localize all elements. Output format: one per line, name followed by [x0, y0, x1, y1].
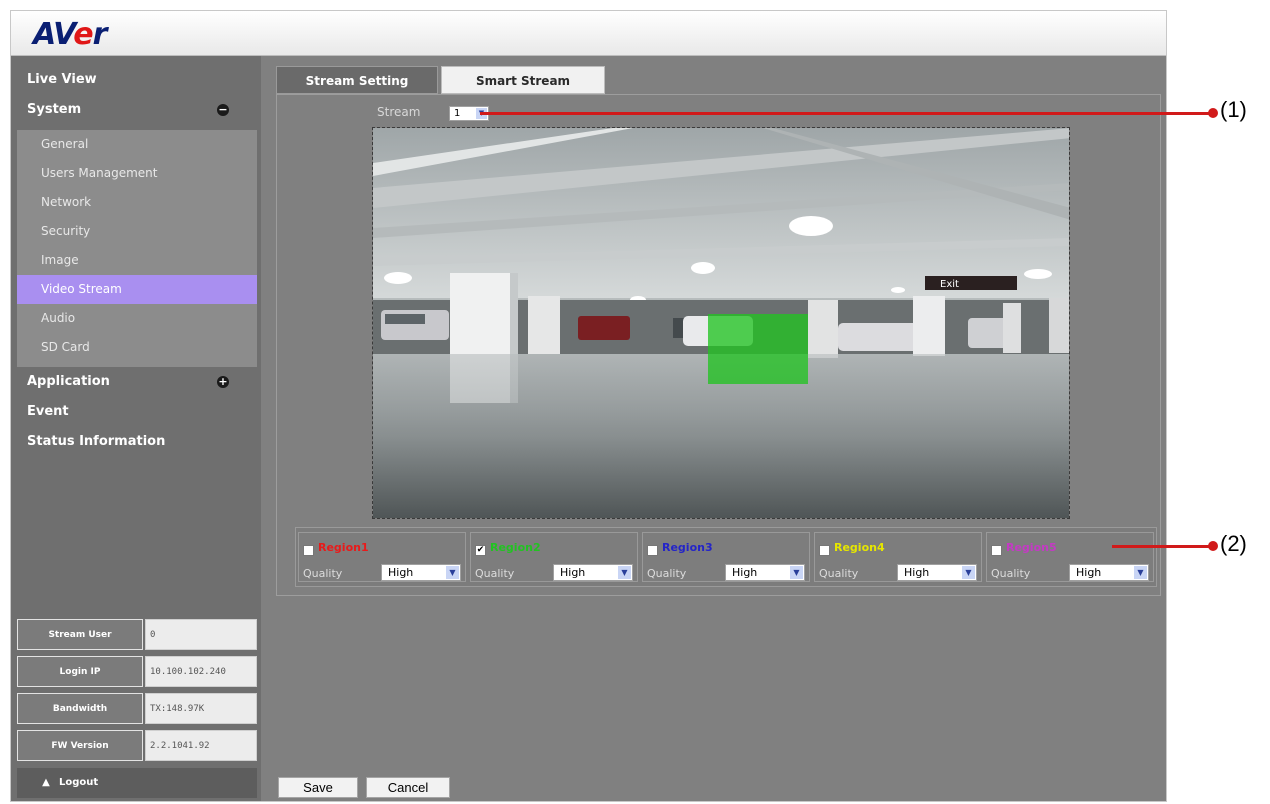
sidebar-item-live-view[interactable]: Live View: [17, 66, 255, 94]
quality-value: High: [732, 566, 758, 579]
top-bar: AVer: [11, 11, 1166, 56]
sidebar-item-system-label: System: [27, 102, 82, 117]
info-value: 0: [145, 619, 257, 650]
exit-sign: Exit: [940, 279, 959, 290]
region5-label: Region5: [1006, 541, 1057, 554]
info-label: Stream User: [17, 619, 143, 650]
region1-quality-select[interactable]: High ▼: [381, 564, 461, 581]
chevron-down-icon: ▼: [1134, 566, 1147, 579]
info-value: 10.100.102.240: [145, 656, 257, 687]
logout-button[interactable]: ▲ Logout: [17, 768, 257, 798]
cancel-button[interactable]: Cancel: [366, 777, 450, 798]
info-row-bandwidth: Bandwidth TX:148.97K: [17, 693, 257, 725]
logout-label: Logout: [59, 777, 99, 788]
sidebar-item-status-information[interactable]: Status Information: [17, 428, 255, 456]
save-button[interactable]: Save: [278, 777, 358, 798]
stream-select-value: 1: [454, 108, 461, 119]
region2-quality-select[interactable]: High ▼: [553, 564, 633, 581]
region3-quality-select[interactable]: High ▼: [725, 564, 805, 581]
quality-value: High: [560, 566, 586, 579]
info-value: 2.2.1041.92: [145, 730, 257, 761]
user-icon: ▲: [42, 777, 50, 788]
chevron-down-icon: ▼: [790, 566, 803, 579]
info-label: Bandwidth: [17, 693, 143, 724]
system-submenu: General Users Management Network Securit…: [17, 130, 257, 367]
sidebar: Live View System − General Users Managem…: [11, 56, 261, 801]
region3-checkbox[interactable]: [647, 545, 658, 556]
chevron-down-icon: ▼: [962, 566, 975, 579]
region5-quality-select[interactable]: High ▼: [1069, 564, 1149, 581]
callout-label-1: (1): [1220, 97, 1247, 122]
main-content: Stream Setting Smart Stream Stream 1 ▼: [266, 56, 1166, 801]
sidebar-item-application[interactable]: Application +: [17, 368, 255, 396]
callout-dot-1: [1208, 108, 1218, 118]
sidebar-item-system[interactable]: System −: [17, 96, 255, 124]
info-row-stream-user: Stream User 0: [17, 619, 257, 651]
sidebar-item-users-management[interactable]: Users Management: [17, 159, 257, 188]
sidebar-item-image[interactable]: Image: [17, 246, 257, 275]
region5-checkbox[interactable]: [991, 545, 1002, 556]
tab-smart-stream[interactable]: Smart Stream: [441, 66, 605, 94]
quality-label: Quality: [819, 567, 859, 580]
quality-value: High: [904, 566, 930, 579]
info-label: Login IP: [17, 656, 143, 687]
region4-quality-select[interactable]: High ▼: [897, 564, 977, 581]
expand-icon[interactable]: +: [217, 376, 229, 388]
aver-logo: AVer: [33, 17, 107, 52]
region4-checkbox[interactable]: [819, 545, 830, 556]
collapse-icon[interactable]: −: [217, 104, 229, 116]
callout-line-2: [1112, 545, 1212, 548]
tab-stream-setting[interactable]: Stream Setting: [276, 66, 438, 94]
smart-stream-panel: Stream 1 ▼: [276, 94, 1161, 596]
region2-checkbox[interactable]: ✔: [475, 545, 486, 556]
region-1: Region1 Quality High ▼: [298, 532, 466, 582]
web-console-frame: AVer Live View System − General Users Ma…: [10, 10, 1167, 802]
quality-label: Quality: [475, 567, 515, 580]
region-settings-bar: Region1 Quality High ▼ ✔ Region2 Quality…: [295, 527, 1157, 587]
sidebar-item-application-label: Application: [27, 374, 110, 389]
info-row-fw-version: FW Version 2.2.1041.92: [17, 730, 257, 762]
sidebar-item-event[interactable]: Event: [17, 398, 255, 426]
callout-dot-2: [1208, 541, 1218, 551]
region1-label: Region1: [318, 541, 369, 554]
stream-label: Stream: [377, 105, 421, 119]
quality-label: Quality: [647, 567, 687, 580]
sidebar-item-sd-card[interactable]: SD Card: [17, 333, 257, 362]
quality-label: Quality: [303, 567, 343, 580]
video-preview[interactable]: Exit: [372, 127, 1070, 519]
info-row-login-ip: Login IP 10.100.102.240: [17, 656, 257, 688]
sidebar-item-security[interactable]: Security: [17, 217, 257, 246]
region3-label: Region3: [662, 541, 713, 554]
parking-garage-image: Exit: [373, 128, 1069, 518]
sidebar-item-video-stream[interactable]: Video Stream: [17, 275, 257, 304]
quality-value: High: [388, 566, 414, 579]
roi-region2[interactable]: [708, 314, 808, 384]
region-5: Region5 Quality High ▼: [986, 532, 1154, 582]
region-3: Region3 Quality High ▼: [642, 532, 810, 582]
chevron-down-icon: ▼: [446, 566, 459, 579]
region-4: Region4 Quality High ▼: [814, 532, 982, 582]
region4-label: Region4: [834, 541, 885, 554]
region-2: ✔ Region2 Quality High ▼: [470, 532, 638, 582]
sidebar-item-audio[interactable]: Audio: [17, 304, 257, 333]
chevron-down-icon: ▼: [618, 566, 631, 579]
info-label: FW Version: [17, 730, 143, 761]
callout-label-2: (2): [1220, 531, 1247, 556]
sidebar-item-network[interactable]: Network: [17, 188, 257, 217]
region2-label: Region2: [490, 541, 541, 554]
quality-label: Quality: [991, 567, 1031, 580]
callout-line-1: [480, 112, 1214, 115]
region1-checkbox[interactable]: [303, 545, 314, 556]
info-value: TX:148.97K: [145, 693, 257, 724]
sidebar-item-general[interactable]: General: [17, 130, 257, 159]
quality-value: High: [1076, 566, 1102, 579]
